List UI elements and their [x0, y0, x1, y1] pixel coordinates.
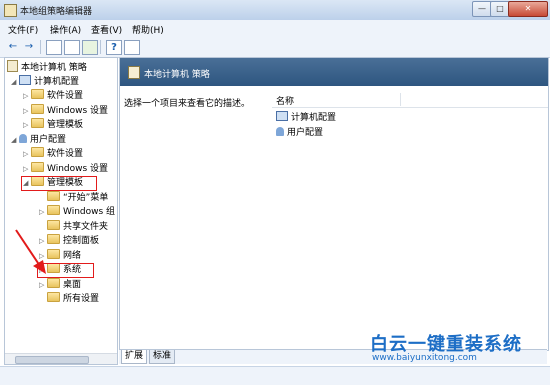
- scrollbar-thumb[interactable]: [15, 356, 89, 364]
- tree-item-uc-software[interactable]: ▷ 软件设置: [23, 147, 83, 161]
- tree-item-user-config[interactable]: ◢ 用户配置: [11, 133, 66, 147]
- collapsed-arrow-icon[interactable]: ▷: [39, 278, 47, 292]
- minimize-button[interactable]: —: [472, 1, 492, 17]
- folder-icon: [31, 162, 44, 172]
- status-bar: [0, 366, 550, 385]
- tree-pane: 本地计算机 策略 ◢ 计算机配置 ▷ 软件设置 ▷ Windows 设置 ▷ 管理模板 …: [4, 57, 118, 365]
- tree-item-windows-components[interactable]: ▷ Windows 组: [39, 205, 115, 219]
- close-button[interactable]: ✕: [508, 1, 548, 17]
- console-tree-icon[interactable]: [124, 40, 140, 55]
- tree-item-root[interactable]: 本地计算机 策略: [7, 60, 87, 74]
- red-arrow-icon: [15, 229, 46, 274]
- folder-icon: [31, 147, 44, 157]
- tab-extended[interactable]: 扩展: [121, 350, 148, 364]
- back-icon[interactable]: ←: [6, 40, 20, 53]
- tree-item-desktop[interactable]: ▷ 桌面: [39, 278, 81, 292]
- column-name-header[interactable]: 名称: [276, 94, 294, 107]
- collapsed-arrow-icon[interactable]: ▷: [23, 118, 31, 132]
- collapsed-arrow-icon[interactable]: ▷: [23, 89, 31, 103]
- collapsed-arrow-icon[interactable]: ▷: [23, 162, 31, 176]
- expanded-arrow-icon[interactable]: ◢: [11, 133, 19, 147]
- tree-item-all-settings[interactable]: 所有设置: [39, 292, 99, 306]
- toolbar: ← → ?: [0, 37, 550, 58]
- show-tree-icon[interactable]: [46, 40, 62, 55]
- menu-help[interactable]: 帮助(H): [132, 23, 164, 36]
- window-title: 本地组策略编辑器: [20, 7, 93, 17]
- menu-view[interactable]: 查看(V): [91, 23, 122, 36]
- watermark-url: www.baiyunxitong.com: [372, 353, 477, 363]
- collapsed-arrow-icon[interactable]: ▷: [39, 205, 47, 219]
- menu-action[interactable]: 操作(A): [50, 23, 81, 36]
- folder-icon: [31, 89, 44, 99]
- properties-icon[interactable]: [64, 40, 80, 55]
- app-icon: [4, 4, 17, 17]
- tree-item-computer-config[interactable]: ◢ 计算机配置: [11, 75, 79, 89]
- folder-icon: [31, 118, 44, 128]
- list-item-computer-config[interactable]: 计算机配置: [276, 110, 336, 123]
- folder-icon: [47, 205, 60, 215]
- collapsed-arrow-icon[interactable]: ▷: [23, 104, 31, 118]
- toolbar-separator: [100, 40, 101, 54]
- details-title: 本地计算机 策略: [144, 70, 210, 80]
- export-list-icon[interactable]: [82, 40, 98, 55]
- user-icon: [276, 127, 284, 136]
- list-item-user-config[interactable]: 用户配置: [276, 125, 323, 138]
- horizontal-scrollbar[interactable]: [5, 353, 117, 364]
- tree-item-start-menu[interactable]: “开始”菜单: [39, 191, 108, 205]
- folder-icon: [47, 292, 60, 302]
- policy-icon: [128, 66, 140, 79]
- collapsed-arrow-icon[interactable]: ▷: [23, 147, 31, 161]
- tree-item-cc-windows[interactable]: ▷ Windows 设置: [23, 104, 108, 118]
- tree-item-uc-windows[interactable]: ▷ Windows 设置: [23, 162, 108, 176]
- policy-icon: [7, 60, 18, 72]
- folder-icon: [31, 104, 44, 114]
- details-header: 本地计算机 策略: [120, 58, 548, 86]
- computer-icon: [19, 75, 31, 85]
- folder-icon: [47, 278, 60, 288]
- expanded-arrow-icon[interactable]: ◢: [11, 75, 19, 89]
- menu-file[interactable]: 文件(F): [8, 23, 38, 36]
- user-icon: [19, 134, 27, 143]
- maximize-button[interactable]: □: [490, 1, 510, 17]
- forward-icon[interactable]: →: [22, 40, 36, 53]
- tree-item-cc-software[interactable]: ▷ 软件设置: [23, 89, 83, 103]
- tree-item-cc-admin[interactable]: ▷ 管理模板: [23, 118, 83, 132]
- help-icon[interactable]: ?: [106, 40, 122, 55]
- tab-standard[interactable]: 标准: [149, 350, 176, 364]
- toolbar-separator: [40, 40, 41, 54]
- details-pane: 本地计算机 策略 选择一个项目来查看它的描述。 名称 计算机配置 用户配置: [119, 57, 549, 351]
- description-text: 选择一个项目来查看它的描述。: [124, 99, 251, 109]
- computer-icon: [276, 111, 288, 121]
- title-bar: 本地组策略编辑器 — □ ✕: [0, 0, 550, 21]
- menu-bar: 文件(F) 操作(A) 查看(V) 帮助(H): [0, 20, 550, 38]
- list-header: 名称: [272, 92, 548, 108]
- folder-icon: [47, 191, 60, 201]
- highlight-box-admin: [21, 176, 97, 191]
- column-divider[interactable]: [400, 93, 401, 106]
